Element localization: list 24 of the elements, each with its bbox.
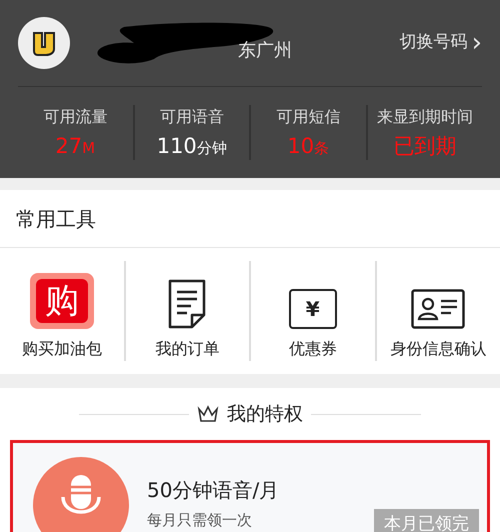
stat-label: 可用流量 <box>43 106 108 128</box>
buy-icon: 购 <box>30 273 94 329</box>
stat-label: 可用语音 <box>160 106 224 128</box>
privilege-subtitle: 每月只需领一次 <box>147 510 253 531</box>
tool-item[interactable]: 身份信息确认 <box>374 261 500 361</box>
tool-item[interactable]: 购 购买加油包 <box>0 261 124 361</box>
tool-item[interactable]: 我的订单 <box>124 261 249 361</box>
privilege-title: 50分钟语音/月 <box>147 477 280 504</box>
stat-label: 可用短信 <box>276 106 340 128</box>
section-title: 我的特权 <box>227 402 303 427</box>
section-title: 常用工具 <box>16 206 96 232</box>
crown-icon <box>197 405 219 423</box>
document-icon <box>168 279 206 329</box>
avatar-logo <box>18 17 70 69</box>
location-text: 东广州 <box>238 39 292 63</box>
coupon-icon: ¥ <box>288 289 337 329</box>
stat-value: 已到期 <box>393 133 456 160</box>
stat-value: 110分钟 <box>156 133 227 160</box>
switch-number-link[interactable]: 切换号码› <box>400 30 482 56</box>
id-card-icon <box>411 289 466 329</box>
tool-item[interactable]: ¥ 优惠券 <box>249 261 374 361</box>
stat-value: 10条 <box>287 133 330 160</box>
stat-label: 来显到期时间 <box>376 106 473 128</box>
stat-value: 27M <box>55 133 96 160</box>
